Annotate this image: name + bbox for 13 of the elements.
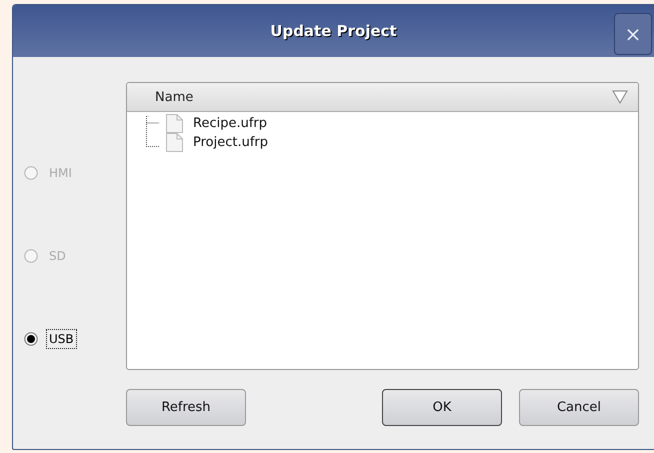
file-item[interactable]: Project.ufrp: [165, 133, 638, 152]
window-title: Update Project: [270, 22, 397, 40]
close-button[interactable]: ×: [614, 13, 652, 55]
file-icon: [165, 133, 183, 152]
dialog-button[interactable]: Refresh: [126, 389, 246, 426]
radio-circle-icon[interactable]: [24, 332, 38, 346]
dialog-button[interactable]: Cancel: [519, 389, 639, 426]
column-header[interactable]: Name: [127, 90, 194, 104]
sort-triangle-icon[interactable]: [612, 90, 628, 104]
file-icon: [165, 114, 183, 133]
source-radio[interactable]: USB: [13, 297, 126, 380]
dialog-button[interactable]: OK: [382, 389, 502, 426]
file-item[interactable]: Recipe.ufrp: [165, 114, 638, 133]
